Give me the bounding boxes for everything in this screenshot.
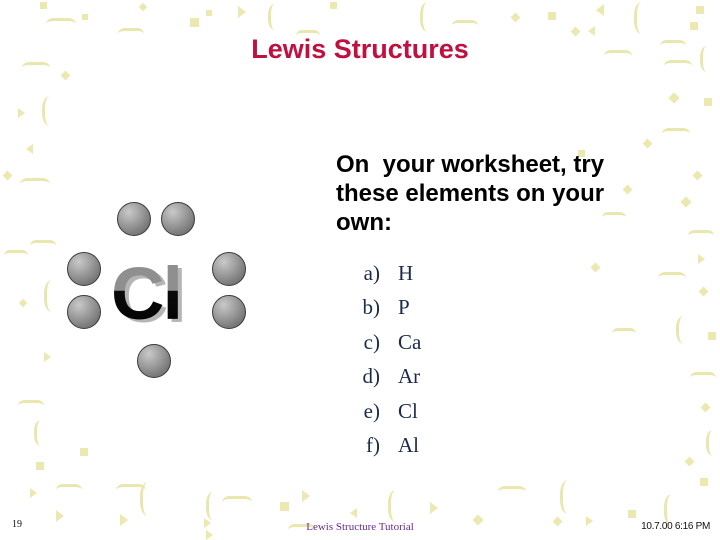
confetti-square — [548, 12, 556, 20]
confetti-square — [330, 2, 337, 9]
list-item-value: H — [398, 260, 414, 285]
confetti-curl — [42, 96, 57, 126]
element-list: a) H b) P c) Ca d) Ar e) Cl f) Al — [358, 256, 558, 463]
confetti-square — [36, 462, 44, 470]
confetti-triangle — [698, 254, 705, 264]
confetti-squiggle — [690, 372, 716, 384]
presentation-slide: Lewis Structures Cl Cl On your worksheet… — [0, 0, 720, 540]
confetti-curl — [140, 482, 155, 516]
confetti-squiggle — [18, 400, 44, 412]
element-symbol-wordart: Cl Cl — [111, 248, 211, 340]
confetti-squiggle — [30, 240, 56, 251]
confetti-squiggle — [498, 486, 526, 498]
confetti-diamond — [2, 170, 13, 181]
confetti-triangle — [44, 352, 51, 362]
list-item-marker: b) — [362, 295, 381, 320]
confetti-triangle — [430, 502, 438, 514]
confetti-curl — [206, 492, 219, 520]
confetti-square — [206, 10, 212, 16]
confetti-squiggle — [688, 230, 714, 242]
confetti-diamond — [698, 286, 709, 297]
confetti-curl — [420, 2, 435, 32]
element-symbol-text: Cl — [111, 248, 183, 340]
list-item-value: Ar — [398, 364, 421, 389]
list-item: f) Al — [358, 429, 558, 464]
list-item-value: Al — [398, 433, 419, 458]
list-item: e) Cl — [358, 394, 558, 429]
confetti-squiggle — [658, 272, 686, 284]
confetti-triangle — [596, 4, 604, 16]
confetti-square — [708, 332, 716, 340]
confetti-diamond — [138, 2, 148, 12]
confetti-square — [82, 14, 88, 20]
footer-title: Lewis Structure Tutorial — [306, 521, 414, 533]
confetti-square — [700, 478, 708, 486]
instruction-heading: On your worksheet, try these elements on… — [336, 151, 611, 236]
list-item-marker: e) — [363, 398, 380, 423]
confetti-diamond — [642, 138, 653, 149]
confetti-diamond — [60, 70, 71, 81]
confetti-curl — [34, 420, 47, 446]
confetti-triangle — [26, 144, 33, 154]
confetti-triangle — [302, 490, 310, 502]
confetti-diamond — [680, 196, 692, 208]
list-item: a) H — [358, 256, 558, 291]
valence-electron-dot — [212, 295, 246, 329]
confetti-diamond — [590, 262, 601, 273]
confetti-squiggle — [56, 484, 82, 496]
lewis-dot-structure-diagram: Cl Cl — [56, 196, 288, 392]
valence-electron-dot — [212, 252, 246, 286]
confetti-diamond — [668, 92, 680, 104]
valence-electron-dot — [137, 344, 171, 378]
list-item: c) Ca — [358, 325, 558, 360]
list-item-value: Cl — [398, 398, 418, 423]
confetti-curl — [268, 4, 281, 30]
confetti-squiggle — [612, 328, 636, 339]
confetti-curl — [560, 480, 575, 514]
confetti-square — [190, 18, 199, 27]
list-item-marker: d) — [362, 364, 381, 389]
confetti-squiggle — [662, 128, 690, 140]
list-item-marker: c) — [363, 329, 380, 354]
list-item: b) P — [358, 291, 558, 326]
confetti-triangle — [350, 508, 357, 518]
confetti-curl — [388, 490, 403, 522]
confetti-squiggle — [46, 18, 76, 31]
confetti-squiggle — [4, 250, 28, 261]
confetti-triangle — [18, 108, 25, 118]
confetti-diamond — [684, 456, 695, 467]
confetti-square — [280, 502, 289, 511]
confetti-squiggle — [222, 496, 252, 509]
confetti-diamond — [692, 170, 703, 181]
valence-electron-dot — [67, 252, 101, 286]
list-item-value: P — [398, 295, 410, 320]
confetti-square — [628, 510, 636, 518]
confetti-diamond — [510, 12, 521, 23]
confetti-square — [80, 448, 88, 456]
confetti-curl — [676, 316, 691, 344]
valence-electron-dot — [117, 202, 151, 236]
confetti-square — [696, 6, 704, 14]
confetti-square — [40, 2, 47, 9]
page-title: Lewis Structures — [251, 34, 469, 64]
confetti-square — [704, 98, 712, 106]
confetti-triangle — [30, 488, 37, 498]
list-item-value: Ca — [398, 329, 422, 354]
confetti-curl — [706, 430, 719, 456]
valence-electron-dot — [67, 295, 101, 329]
confetti-squiggle — [20, 178, 50, 191]
list-item-marker: a) — [363, 260, 380, 285]
list-item: d) Ar — [358, 360, 558, 395]
confetti-curl — [634, 2, 649, 34]
confetti-squiggle — [452, 20, 478, 31]
footer-timestamp: 10.7.00 6:16 PM — [641, 521, 710, 532]
valence-electron-dot — [161, 202, 195, 236]
confetti-diamond — [700, 402, 711, 413]
list-item-marker: f) — [366, 433, 380, 458]
confetti-triangle — [238, 6, 246, 18]
confetti-square — [690, 22, 698, 30]
confetti-squiggle — [116, 484, 146, 497]
confetti-diamond — [18, 298, 28, 308]
